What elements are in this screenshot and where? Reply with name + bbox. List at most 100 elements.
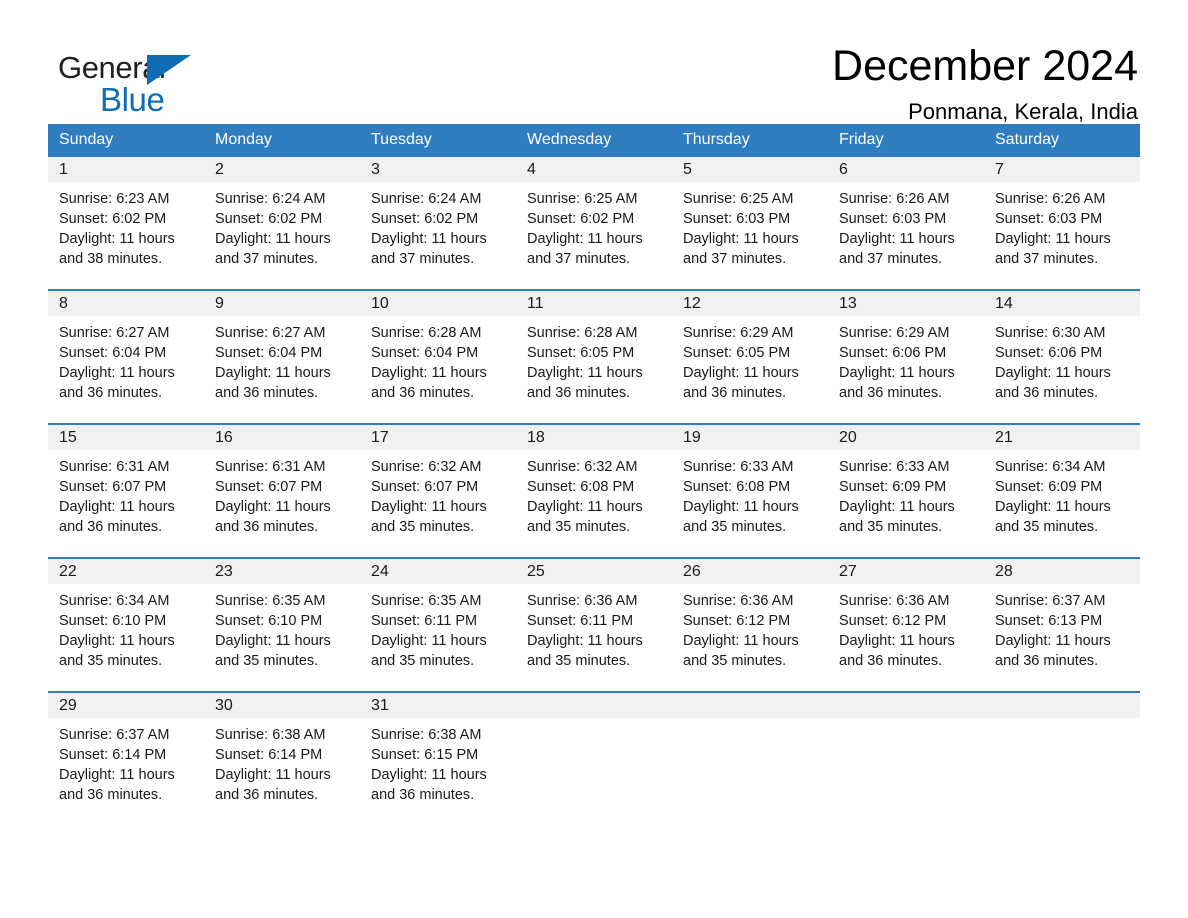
day-number: 17	[371, 429, 389, 446]
day-cell[interactable]: 25 Sunrise: 6:36 AM Sunset: 6:11 PM Dayl…	[516, 559, 672, 691]
sunrise-text: Sunrise: 6:28 AM	[371, 325, 482, 341]
day-details: Sunrise: 6:25 AM Sunset: 6:02 PM Dayligh…	[516, 182, 672, 269]
day-details: Sunrise: 6:24 AM Sunset: 6:02 PM Dayligh…	[204, 182, 360, 269]
day-cell[interactable]: 8 Sunrise: 6:27 AM Sunset: 6:04 PM Dayli…	[48, 291, 204, 423]
day-number-band: 1	[48, 157, 204, 182]
daylight-text-line1: Daylight: 11 hours	[527, 231, 643, 247]
day-cell[interactable]: 17 Sunrise: 6:32 AM Sunset: 6:07 PM Dayl…	[360, 425, 516, 557]
sunset-text: Sunset: 6:06 PM	[995, 345, 1103, 361]
day-cell[interactable]: 11 Sunrise: 6:28 AM Sunset: 6:05 PM Dayl…	[516, 291, 672, 423]
sunrise-text: Sunrise: 6:27 AM	[215, 325, 326, 341]
weekday-header-tuesday: Tuesday	[371, 131, 432, 148]
day-cell[interactable]: 7 Sunrise: 6:26 AM Sunset: 6:03 PM Dayli…	[984, 157, 1140, 289]
day-number: 20	[839, 429, 857, 446]
day-cell[interactable]: 21 Sunrise: 6:34 AM Sunset: 6:09 PM Dayl…	[984, 425, 1140, 557]
day-number: 23	[215, 563, 233, 580]
sunset-text: Sunset: 6:13 PM	[995, 613, 1103, 629]
day-cell[interactable]: 1 Sunrise: 6:23 AM Sunset: 6:02 PM Dayli…	[48, 157, 204, 289]
sunset-text: Sunset: 6:15 PM	[371, 747, 479, 763]
generalblue-logo[interactable]: General Blue	[48, 44, 248, 122]
day-cell[interactable]: 5 Sunrise: 6:25 AM Sunset: 6:03 PM Dayli…	[672, 157, 828, 289]
day-cell[interactable]: 24 Sunrise: 6:35 AM Sunset: 6:11 PM Dayl…	[360, 559, 516, 691]
day-number-band: 4	[516, 157, 672, 182]
day-cell[interactable]: 3 Sunrise: 6:24 AM Sunset: 6:02 PM Dayli…	[360, 157, 516, 289]
daylight-text-line2: and 37 minutes.	[683, 251, 787, 267]
daylight-text-line2: and 36 minutes.	[995, 385, 1099, 401]
day-number: 12	[683, 295, 701, 312]
day-cell[interactable]: 29 Sunrise: 6:37 AM Sunset: 6:14 PM Dayl…	[48, 693, 204, 809]
day-cell[interactable]: 15 Sunrise: 6:31 AM Sunset: 6:07 PM Dayl…	[48, 425, 204, 557]
sunset-text: Sunset: 6:10 PM	[215, 613, 323, 629]
day-cell[interactable]: 28 Sunrise: 6:37 AM Sunset: 6:13 PM Dayl…	[984, 559, 1140, 691]
day-cell-empty	[828, 693, 984, 809]
day-cell[interactable]: 30 Sunrise: 6:38 AM Sunset: 6:14 PM Dayl…	[204, 693, 360, 809]
daylight-text-line1: Daylight: 11 hours	[995, 365, 1111, 381]
daylight-text-line1: Daylight: 11 hours	[371, 767, 487, 783]
day-number: 10	[371, 295, 389, 312]
day-cell[interactable]: 23 Sunrise: 6:35 AM Sunset: 6:10 PM Dayl…	[204, 559, 360, 691]
day-number-band: 8	[48, 291, 204, 316]
day-cell[interactable]: 26 Sunrise: 6:36 AM Sunset: 6:12 PM Dayl…	[672, 559, 828, 691]
daylight-text-line2: and 35 minutes.	[683, 519, 787, 535]
day-cell[interactable]: 31 Sunrise: 6:38 AM Sunset: 6:15 PM Dayl…	[360, 693, 516, 809]
week-row: 8 Sunrise: 6:27 AM Sunset: 6:04 PM Dayli…	[48, 289, 1140, 423]
day-cell[interactable]: 9 Sunrise: 6:27 AM Sunset: 6:04 PM Dayli…	[204, 291, 360, 423]
daylight-text-line2: and 35 minutes.	[59, 653, 163, 669]
day-details: Sunrise: 6:31 AM Sunset: 6:07 PM Dayligh…	[48, 450, 204, 537]
day-cell[interactable]: 14 Sunrise: 6:30 AM Sunset: 6:06 PM Dayl…	[984, 291, 1140, 423]
week-row: 22 Sunrise: 6:34 AM Sunset: 6:10 PM Dayl…	[48, 557, 1140, 691]
sunrise-text: Sunrise: 6:25 AM	[527, 191, 638, 207]
daylight-text-line2: and 35 minutes.	[839, 519, 943, 535]
day-details: Sunrise: 6:25 AM Sunset: 6:03 PM Dayligh…	[672, 182, 828, 269]
daylight-text-line2: and 38 minutes.	[59, 251, 163, 267]
day-number: 27	[839, 563, 857, 580]
daylight-text-line2: and 37 minutes.	[371, 251, 475, 267]
day-cell[interactable]: 10 Sunrise: 6:28 AM Sunset: 6:04 PM Dayl…	[360, 291, 516, 423]
day-cell[interactable]: 20 Sunrise: 6:33 AM Sunset: 6:09 PM Dayl…	[828, 425, 984, 557]
sunset-text: Sunset: 6:11 PM	[371, 613, 478, 629]
day-cell[interactable]: 12 Sunrise: 6:29 AM Sunset: 6:05 PM Dayl…	[672, 291, 828, 423]
sunrise-text: Sunrise: 6:28 AM	[527, 325, 638, 341]
sunrise-text: Sunrise: 6:37 AM	[995, 593, 1106, 609]
daylight-text-line2: and 36 minutes.	[59, 385, 163, 401]
sunset-text: Sunset: 6:05 PM	[683, 345, 791, 361]
day-cell[interactable]: 19 Sunrise: 6:33 AM Sunset: 6:08 PM Dayl…	[672, 425, 828, 557]
day-details: Sunrise: 6:35 AM Sunset: 6:11 PM Dayligh…	[360, 584, 516, 671]
sunrise-text: Sunrise: 6:32 AM	[371, 459, 482, 475]
day-details: Sunrise: 6:28 AM Sunset: 6:05 PM Dayligh…	[516, 316, 672, 403]
week-row: 15 Sunrise: 6:31 AM Sunset: 6:07 PM Dayl…	[48, 423, 1140, 557]
daylight-text-line2: and 36 minutes.	[371, 385, 475, 401]
day-cell[interactable]: 6 Sunrise: 6:26 AM Sunset: 6:03 PM Dayli…	[828, 157, 984, 289]
sunrise-text: Sunrise: 6:31 AM	[215, 459, 326, 475]
day-number: 25	[527, 563, 545, 580]
day-cell[interactable]: 16 Sunrise: 6:31 AM Sunset: 6:07 PM Dayl…	[204, 425, 360, 557]
sunset-text: Sunset: 6:02 PM	[215, 211, 323, 227]
day-cell[interactable]: 22 Sunrise: 6:34 AM Sunset: 6:10 PM Dayl…	[48, 559, 204, 691]
title-block: December 2024 Ponmana, Kerala, India	[832, 43, 1140, 126]
day-number	[984, 697, 995, 714]
day-number-band: 3	[360, 157, 516, 182]
sunrise-text: Sunrise: 6:33 AM	[683, 459, 794, 475]
day-details: Sunrise: 6:28 AM Sunset: 6:04 PM Dayligh…	[360, 316, 516, 403]
day-number-band: 11	[516, 291, 672, 316]
daylight-text-line2: and 36 minutes.	[215, 519, 319, 535]
day-cell[interactable]: 2 Sunrise: 6:24 AM Sunset: 6:02 PM Dayli…	[204, 157, 360, 289]
day-cell[interactable]: 4 Sunrise: 6:25 AM Sunset: 6:02 PM Dayli…	[516, 157, 672, 289]
sunrise-text: Sunrise: 6:24 AM	[371, 191, 482, 207]
day-cell[interactable]: 13 Sunrise: 6:29 AM Sunset: 6:06 PM Dayl…	[828, 291, 984, 423]
day-cell[interactable]: 18 Sunrise: 6:32 AM Sunset: 6:08 PM Dayl…	[516, 425, 672, 557]
sunset-text: Sunset: 6:02 PM	[59, 211, 167, 227]
daylight-text-line1: Daylight: 11 hours	[527, 499, 643, 515]
day-number-band: 7	[984, 157, 1140, 182]
daylight-text-line2: and 36 minutes.	[527, 385, 631, 401]
day-number: 9	[215, 295, 224, 312]
weekday-header-row: Sunday Monday Tuesday Wednesday Thursday…	[48, 124, 1140, 155]
day-cell[interactable]: 27 Sunrise: 6:36 AM Sunset: 6:12 PM Dayl…	[828, 559, 984, 691]
sunrise-text: Sunrise: 6:25 AM	[683, 191, 794, 207]
daylight-text-line2: and 36 minutes.	[215, 787, 319, 803]
daylight-text-line2: and 36 minutes.	[839, 653, 943, 669]
daylight-text-line2: and 37 minutes.	[215, 251, 319, 267]
sunset-text: Sunset: 6:14 PM	[59, 747, 167, 763]
day-number-band: 14	[984, 291, 1140, 316]
day-number-band: 23	[204, 559, 360, 584]
